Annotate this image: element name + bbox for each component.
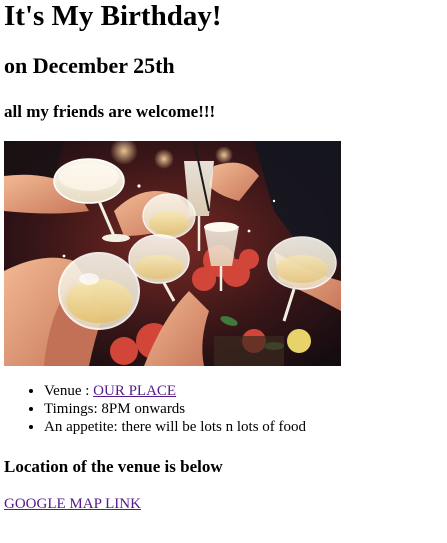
event-details-list: Venue : OUR PLACE Timings: 8PM onwards A… xyxy=(4,382,306,436)
list-item-appetite: An appetite: there will be lots n lots o… xyxy=(44,418,306,436)
venue-label: Venue : xyxy=(44,383,94,399)
welcome-heading: all my friends are welcome!!! xyxy=(4,102,216,121)
birthday-page: It's My Birthday! on December 25th all m… xyxy=(0,0,447,543)
google-map-link[interactable]: GOOGLE MAP LINK xyxy=(4,496,141,512)
party-photo xyxy=(4,141,341,366)
list-item-timings: Timings: 8PM onwards xyxy=(44,400,306,418)
list-item-venue: Venue : OUR PLACE xyxy=(44,382,306,400)
page-title: It's My Birthday! xyxy=(4,0,222,32)
map-link-paragraph: GOOGLE MAP LINK xyxy=(4,495,141,513)
party-toast-illustration xyxy=(4,141,341,366)
date-heading: on December 25th xyxy=(4,53,175,78)
venue-link[interactable]: OUR PLACE xyxy=(93,383,176,399)
location-heading: Location of the venue is below xyxy=(4,457,223,476)
